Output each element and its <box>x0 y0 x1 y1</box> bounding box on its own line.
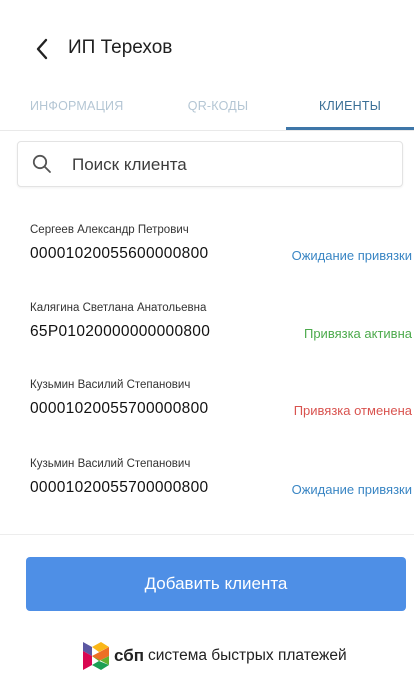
page-title: ИП Терехов <box>68 37 173 58</box>
client-row[interactable]: Кузьмин Василий Степанович 0000102005570… <box>0 458 414 528</box>
client-status: Привязка активна <box>303 326 412 341</box>
tab-bar: ИНФОРМАЦИЯ QR-КОДЫ КЛИЕНТЫ <box>0 94 414 131</box>
tab-information[interactable]: ИНФОРМАЦИЯ <box>30 94 126 128</box>
sbp-tagline: система быстрых платежей <box>148 647 347 664</box>
client-row[interactable]: Кузьмин Василий Степанович 0000102005570… <box>0 379 414 449</box>
client-status: Ожидание привязки <box>291 482 412 497</box>
client-name: Кузьмин Василий Степанович <box>30 379 191 391</box>
sbp-brand: сбп <box>114 646 144 665</box>
add-client-button[interactable]: Добавить клиента <box>26 557 406 611</box>
client-account: 65Р01020000000000800 <box>30 323 211 340</box>
back-button[interactable] <box>30 37 54 61</box>
sbp-footer: сбп система быстрых платежей <box>0 638 414 678</box>
client-account: 00001020055700000800 <box>30 400 209 417</box>
chevron-left-icon <box>36 38 48 60</box>
sbp-logo-icon <box>83 642 109 670</box>
client-row[interactable]: Калягина Светлана Анатольевна 65Р0102000… <box>0 302 414 372</box>
tab-clients[interactable]: КЛИЕНТЫ <box>286 94 414 128</box>
search-box[interactable] <box>17 141 403 188</box>
divider <box>0 534 414 535</box>
client-name: Сергеев Александр Петрович <box>30 224 189 236</box>
search-input[interactable] <box>70 142 394 188</box>
client-name: Калягина Светлана Анатольевна <box>30 302 207 314</box>
client-account: 00001020055600000800 <box>30 245 209 262</box>
app-header: ИП Терехов <box>0 0 414 94</box>
client-name: Кузьмин Василий Степанович <box>30 458 191 470</box>
client-status: Привязка отменена <box>293 403 412 418</box>
tab-qr-codes[interactable]: QR-КОДЫ <box>178 94 258 128</box>
search-icon <box>32 154 51 173</box>
client-status: Ожидание привязки <box>291 248 412 263</box>
active-tab-indicator <box>286 127 414 130</box>
client-row[interactable]: Сергеев Александр Петрович 0000102005560… <box>0 224 414 294</box>
client-account: 00001020055700000800 <box>30 479 209 496</box>
